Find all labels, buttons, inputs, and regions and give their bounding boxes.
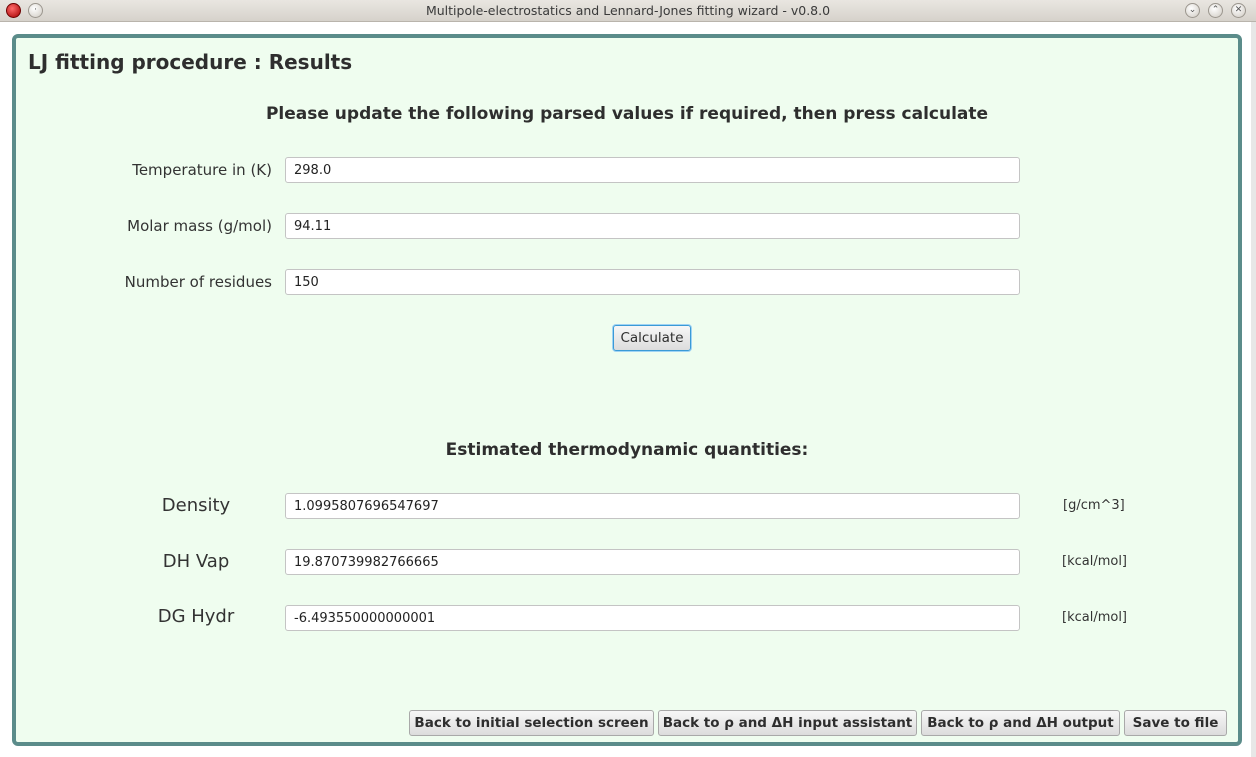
density-label: Density <box>161 495 231 516</box>
page-title: LJ fitting procedure : Results <box>28 50 353 74</box>
window-title: Multipole-electrostatics and Lennard-Jon… <box>425 3 831 18</box>
dh-vap-unit: [kcal/mol] <box>1062 554 1128 569</box>
temperature-label: Temperature in (K) <box>132 161 272 179</box>
back-input-assistant-button[interactable]: Back to ρ and ΔH input assistant <box>658 710 917 736</box>
window-edge <box>1251 22 1256 757</box>
density-unit: [g/cm^3] <box>1063 498 1125 513</box>
maximize-icon[interactable]: ⌃ <box>1208 3 1223 18</box>
dh-vap-field[interactable] <box>285 549 1020 575</box>
residues-label: Number of residues <box>124 273 272 291</box>
dh-vap-label: DH Vap <box>162 551 230 572</box>
save-to-file-button[interactable]: Save to file <box>1124 710 1227 736</box>
molar-mass-label: Molar mass (g/mol) <box>127 217 272 235</box>
back-initial-button[interactable]: Back to initial selection screen <box>409 710 654 736</box>
close-icon[interactable]: ✕ <box>1231 3 1246 18</box>
dg-hydr-field[interactable] <box>285 605 1020 631</box>
minimize-icon[interactable]: ⌄ <box>1185 3 1200 18</box>
instructions-text: Please update the following parsed value… <box>265 104 989 124</box>
title-bar: · Multipole-electrostatics and Lennard-J… <box>0 0 1256 22</box>
back-output-button[interactable]: Back to ρ and ΔH output <box>921 710 1120 736</box>
dg-hydr-unit: [kcal/mol] <box>1062 610 1128 625</box>
density-field[interactable] <box>285 493 1020 519</box>
residues-input[interactable] <box>285 269 1020 295</box>
calculate-button[interactable]: Calculate <box>613 325 691 351</box>
molar-mass-input[interactable] <box>285 213 1020 239</box>
temperature-input[interactable] <box>285 157 1020 183</box>
dg-hydr-label: DG Hydr <box>157 606 235 627</box>
results-panel: LJ fitting procedure : Results Please up… <box>12 34 1242 746</box>
results-heading: Estimated thermodynamic quantities: <box>445 440 809 460</box>
